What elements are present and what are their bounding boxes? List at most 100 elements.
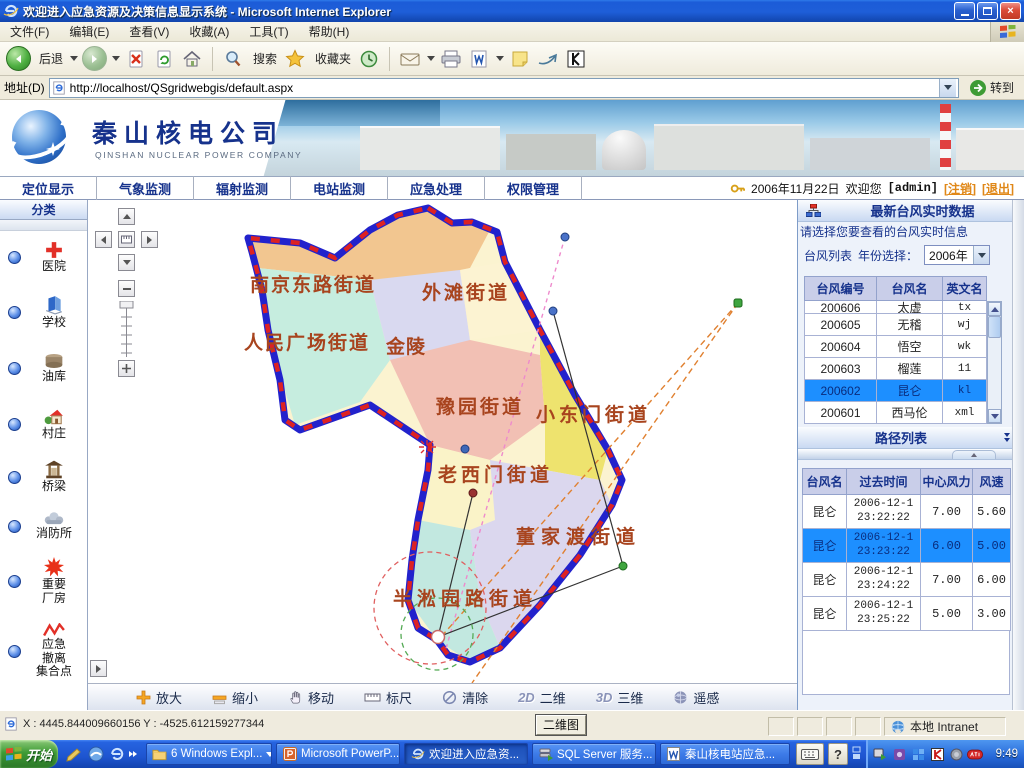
tab-radiation-monitor[interactable]: 辐射监测	[194, 176, 291, 201]
home-button[interactable]	[180, 47, 204, 71]
track-row[interactable]: 昆仑 2006-12-123:24:22 7.006.00	[803, 563, 1011, 597]
print-icon[interactable]	[439, 47, 463, 71]
splitter-handle[interactable]	[952, 450, 996, 459]
pan-down-button[interactable]	[118, 254, 135, 271]
scroll-down-button[interactable]	[988, 409, 1001, 423]
menu-view[interactable]: 查看(V)	[119, 21, 179, 42]
zoom-out-button[interactable]	[118, 280, 135, 297]
task-word-document[interactable]: 秦山核电站应急...	[660, 743, 790, 765]
pan-right-button[interactable]	[141, 231, 158, 248]
help-tray-button[interactable]	[828, 743, 848, 765]
zoom-slider[interactable]	[118, 301, 135, 357]
sidebar-item-school[interactable]: 学校	[0, 283, 87, 341]
address-dropdown-button[interactable]	[939, 79, 956, 97]
map-tool-pan[interactable]: 移动	[288, 688, 334, 707]
map-tool-2d[interactable]: 2D二维	[518, 688, 566, 707]
back-button[interactable]	[6, 46, 31, 71]
typhoon-row[interactable]: 200606太虚tx	[805, 301, 987, 314]
tray-sql-icon[interactable]	[872, 746, 888, 762]
scroll-up-button[interactable]	[988, 302, 1001, 316]
quicklaunch-messenger-icon[interactable]	[86, 744, 106, 764]
map-mode-button[interactable]: 二维图	[536, 715, 586, 735]
typhoon-row[interactable]: 200603榴莲11	[805, 358, 987, 380]
sidebar-item-evacuation-point[interactable]: 应急 撤离 集合点	[0, 611, 87, 691]
tab-weather-monitor[interactable]: 气象监测	[97, 176, 194, 201]
back-dropdown-icon[interactable]	[70, 56, 78, 61]
favorites-star-icon[interactable]	[283, 47, 307, 71]
start-button[interactable]: 开始	[0, 740, 58, 768]
quit-link[interactable]: [退出]	[982, 180, 1014, 197]
favorites-label[interactable]: 收藏夹	[315, 50, 351, 67]
track-row[interactable]: 昆仑 2006-12-123:25:22 5.003.00	[803, 597, 1011, 631]
quicklaunch-ie-icon[interactable]	[107, 744, 127, 764]
notes-icon[interactable]	[508, 47, 532, 71]
sidebar-item-bridge[interactable]: 桥梁	[0, 453, 87, 501]
language-keyboard-button[interactable]	[796, 743, 824, 765]
map-tool-zoom-in[interactable]: 放大	[136, 688, 182, 707]
history-icon[interactable]	[357, 47, 381, 71]
pan-left-button[interactable]	[95, 231, 112, 248]
messenger-icon[interactable]	[536, 47, 560, 71]
edit-word-icon[interactable]	[467, 47, 491, 71]
close-button[interactable]: ×	[1000, 2, 1021, 20]
task-sql-server[interactable]: SQL Server 服务...	[532, 743, 656, 765]
path-list-bar[interactable]: 路径列表	[798, 427, 1024, 449]
track-row[interactable]: 昆仑 2006-12-123:22:22 7.005.60	[803, 495, 1011, 529]
map-tool-remote-sensing[interactable]: 遥感	[673, 688, 719, 707]
sidebar-item-oil-depot[interactable]: 油库	[0, 341, 87, 395]
tray-volume-icon[interactable]	[948, 746, 964, 762]
stop-button[interactable]	[124, 47, 148, 71]
address-input[interactable]: http://localhost/QSgridwebgis/default.as…	[49, 78, 959, 98]
track-row-selected[interactable]: 昆仑 2006-12-123:23:22 6.005.00	[803, 529, 1011, 563]
year-select[interactable]: 2006年	[924, 245, 990, 265]
minimize-button[interactable]	[954, 2, 975, 20]
collapse-chevrons-icon[interactable]	[1004, 433, 1010, 442]
go-button[interactable]: 转到	[963, 78, 1020, 98]
task-ie-emergency-system[interactable]: 欢迎进入应急资...	[404, 743, 528, 765]
map-tool-zoom-out[interactable]: 缩小	[212, 688, 258, 707]
maximize-button[interactable]	[977, 2, 998, 20]
pan-up-button[interactable]	[118, 208, 135, 225]
forward-dropdown-icon[interactable]	[112, 56, 120, 61]
search-icon[interactable]	[221, 47, 245, 71]
mail-dropdown-icon[interactable]	[427, 56, 435, 61]
task-powerpoint[interactable]: Microsoft PowerP...	[276, 743, 400, 765]
typhoon-row[interactable]: 200604悟空wk	[805, 336, 987, 358]
tray-app-icon[interactable]	[891, 746, 907, 762]
pan-center-button[interactable]	[118, 231, 135, 248]
tray-antivirus-k-icon[interactable]	[929, 746, 945, 762]
forward-button[interactable]	[82, 46, 107, 71]
logout-link[interactable]: [注销]	[944, 180, 976, 197]
sidebar-item-fire-station[interactable]: 消防所	[0, 501, 87, 551]
expand-panel-button[interactable]	[90, 660, 107, 677]
tab-location-display[interactable]: 定位显示	[0, 176, 97, 201]
menu-tools[interactable]: 工具(T)	[239, 21, 298, 42]
mail-icon[interactable]	[398, 47, 422, 71]
map-tool-clear[interactable]: 清除	[442, 688, 488, 707]
menu-help[interactable]: 帮助(H)	[299, 21, 360, 42]
tray-ati-icon[interactable]	[967, 746, 983, 762]
tab-station-monitor[interactable]: 电站监测	[291, 176, 388, 201]
tray-expand-icon[interactable]	[852, 746, 861, 763]
sidebar-item-hospital[interactable]: 医院	[0, 231, 87, 283]
tray-grid-icon[interactable]	[910, 746, 926, 762]
menu-favorites[interactable]: 收藏(A)	[179, 21, 239, 42]
quicklaunch-overflow-chevron-icon[interactable]	[127, 744, 139, 764]
menu-edit[interactable]: 编辑(E)	[59, 21, 119, 42]
menu-file[interactable]: 文件(F)	[0, 21, 59, 42]
refresh-button[interactable]	[152, 47, 176, 71]
panel-splitter[interactable]	[798, 449, 1024, 460]
edit-dropdown-icon[interactable]	[496, 56, 504, 61]
sidebar-item-important-plant[interactable]: 重要 厂房	[0, 551, 87, 611]
tab-emergency-handling[interactable]: 应急处理	[388, 176, 485, 201]
sidebar-item-village[interactable]: 村庄	[0, 395, 87, 453]
typhoon-list-scrollbar[interactable]	[987, 301, 1002, 424]
tab-permission-mgmt[interactable]: 权限管理	[485, 176, 582, 201]
zoom-in-button[interactable]	[118, 360, 135, 377]
scroll-thumb[interactable]	[988, 316, 1001, 338]
typhoon-row[interactable]: 200601西马伦xml	[805, 402, 987, 424]
k-logo-icon[interactable]	[564, 47, 588, 71]
search-label[interactable]: 搜索	[253, 50, 277, 67]
typhoon-row-selected[interactable]: 200602昆仑kl	[805, 380, 987, 402]
task-windows-explorer-group[interactable]: 6 Windows Expl...	[146, 743, 272, 765]
